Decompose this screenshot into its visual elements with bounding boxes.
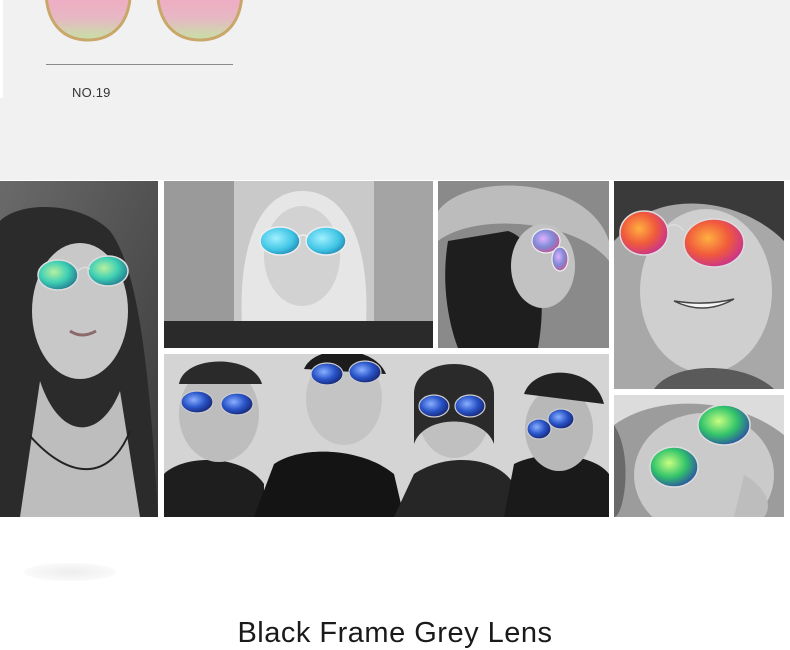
photo-woman-looking-up [0, 181, 158, 517]
faint-shadow [24, 563, 116, 581]
photo-blonde-woman [164, 181, 433, 348]
product-divider [46, 64, 233, 65]
photo-group-of-four [164, 354, 609, 517]
photo-woman-hat [438, 181, 609, 348]
product-number-label: NO.19 [72, 85, 111, 100]
band-edge [0, 0, 3, 98]
photo-woman-closeup [614, 395, 784, 517]
model-photo-collage [0, 181, 790, 517]
aviator-sunglasses-image [45, 0, 243, 42]
photo-man-smiling [614, 181, 784, 389]
